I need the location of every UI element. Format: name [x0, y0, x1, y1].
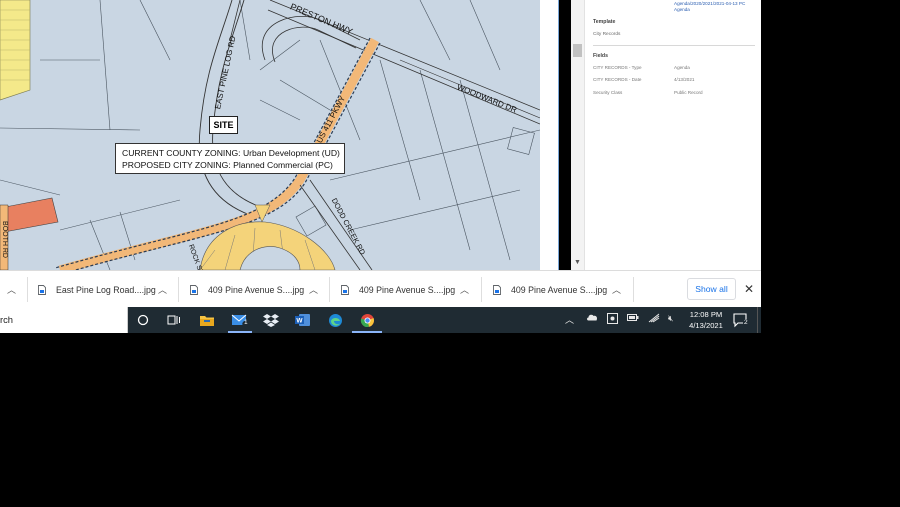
chevron-up-icon[interactable]: ︿: [612, 283, 621, 296]
field-key: CITY RECORDS - Date: [593, 77, 642, 82]
tray-expand-chevron-icon[interactable]: ︿: [565, 313, 574, 326]
field-value: Public Record: [674, 90, 703, 95]
search-text: rch: [0, 314, 14, 325]
clock-time: 12:08 PM: [689, 310, 723, 319]
download-item[interactable]: 409 Pine Avenue S....jpg: [493, 271, 607, 308]
current-zoning-text: CURRENT COUNTY ZONING: Urban Development…: [122, 148, 340, 158]
file-icon: [341, 284, 349, 295]
mail-icon[interactable]: 1: [229, 310, 251, 330]
download-item[interactable]: East Pine Log Road....jpg: [38, 271, 156, 308]
chevron-up-icon[interactable]: ︿: [309, 283, 318, 296]
field-value: Agenda: [674, 65, 690, 70]
notification-count: 2: [743, 319, 749, 326]
task-view-icon[interactable]: [163, 310, 185, 330]
chevron-up-icon[interactable]: ︿: [460, 283, 469, 296]
windows-taskbar: rch 1 W ︿ 🔇︎ 12:08 PM 4/13/2021 2: [0, 307, 761, 333]
panel-scrollbar[interactable]: ▼: [571, 0, 584, 270]
download-filename: 409 Pine Avenue S....jpg: [359, 284, 456, 295]
system-clock[interactable]: 12:08 PM 4/13/2021: [684, 309, 728, 331]
offscreen-area: [761, 0, 900, 507]
edge-icon[interactable]: [324, 310, 346, 330]
road-label-bottom-left: BOOTH RD: [0, 221, 8, 258]
cortana-icon[interactable]: [132, 310, 154, 330]
mail-active-indicator: [228, 331, 252, 333]
download-filename: East Pine Log Road....jpg: [56, 284, 156, 295]
volume-muted-icon[interactable]: 🔇︎: [668, 313, 673, 324]
download-separator: [481, 277, 482, 302]
download-shelf: ︿ East Pine Log Road....jpg ︿ 409 Pine A…: [0, 270, 761, 307]
zoning-callout: CURRENT COUNTY ZONING: Urban Development…: [115, 143, 345, 174]
download-separator: [178, 277, 179, 302]
document-properties-panel: Agenda/2020/2021/2021-04-13 PC Agenda Te…: [584, 0, 761, 270]
clock-date: 4/13/2021: [689, 321, 723, 330]
file-icon: [38, 284, 46, 295]
download-filename: 409 Pine Avenue S....jpg: [511, 284, 608, 295]
download-item[interactable]: 409 Pine Avenue S....jpg: [341, 271, 455, 308]
onedrive-icon[interactable]: [586, 313, 598, 323]
wifi-icon[interactable]: [648, 313, 660, 325]
fields-heading: Fields: [593, 53, 608, 59]
field-key: Security Class: [593, 90, 623, 95]
download-item[interactable]: 409 Pine Avenue S....jpg: [190, 271, 304, 308]
mail-badge: 1: [244, 319, 248, 326]
template-heading: Template: [593, 19, 616, 25]
field-value: 4/13/2021: [674, 77, 695, 82]
show-desktop-button[interactable]: [757, 307, 761, 333]
file-icon: [190, 284, 198, 295]
document-path-link[interactable]: Agenda/2020/2021/2021-04-13 PC: [674, 1, 745, 6]
download-separator: [329, 277, 330, 302]
chrome-active-indicator: [352, 331, 382, 333]
word-icon[interactable]: W: [292, 310, 314, 330]
security-center-icon[interactable]: [607, 313, 618, 326]
svg-text:W: W: [296, 318, 303, 325]
chevron-up-icon[interactable]: ︿: [158, 283, 167, 296]
download-separator: [27, 277, 28, 302]
field-row-type: CITY RECORDS - Type Agenda: [593, 65, 758, 73]
close-icon[interactable]: ✕: [742, 281, 756, 297]
field-row-date: CITY RECORDS - Date 4/13/2021: [593, 77, 758, 85]
download-filename: 409 Pine Avenue S....jpg: [208, 284, 305, 295]
scrollbar-thumb[interactable]: [573, 44, 582, 57]
map-image-viewer[interactable]: PRESTON HWY EAST PINE LOG RD WOODWARD DR…: [0, 0, 540, 270]
show-all-button[interactable]: Show all: [687, 278, 736, 300]
dropbox-icon[interactable]: [260, 310, 282, 330]
chevron-up-icon[interactable]: ︿: [7, 283, 16, 296]
template-value: City Records: [593, 32, 621, 37]
site-label: SITE: [209, 116, 238, 134]
download-separator: [633, 277, 634, 302]
notification-center-icon[interactable]: 2: [733, 312, 749, 328]
viewer-border: [558, 0, 559, 270]
document-path-link-2[interactable]: Agenda: [674, 7, 690, 12]
viewer-margin: [540, 0, 559, 270]
zoning-map-drawing: [0, 0, 540, 270]
taskbar-search-input[interactable]: rch: [0, 307, 128, 333]
chrome-icon[interactable]: [356, 310, 378, 330]
panel-divider: [593, 45, 755, 46]
field-row-security: Security Class Public Record: [593, 90, 758, 98]
scroll-down-arrow-icon[interactable]: ▼: [573, 258, 582, 268]
battery-icon[interactable]: [627, 313, 639, 324]
file-icon: [493, 284, 501, 295]
field-key: CITY RECORDS - Type: [593, 65, 642, 70]
proposed-zoning-text: PROPOSED CITY ZONING: Planned Commercial…: [122, 160, 333, 170]
screen: PRESTON HWY EAST PINE LOG RD WOODWARD DR…: [0, 0, 900, 507]
file-explorer-icon[interactable]: [196, 310, 218, 330]
